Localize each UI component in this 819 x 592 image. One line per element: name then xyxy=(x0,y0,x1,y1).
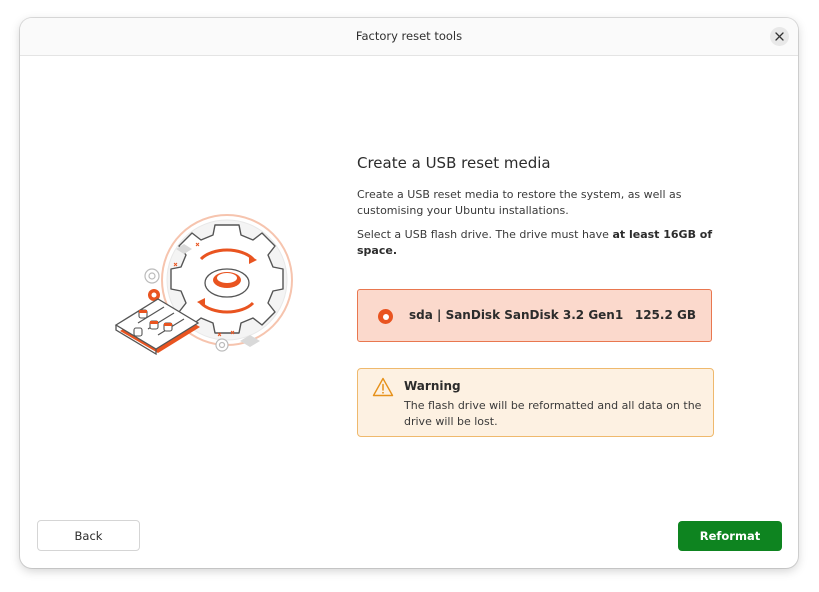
usb-reset-illustration xyxy=(114,214,293,356)
reformat-button[interactable]: Reformat xyxy=(678,521,782,551)
warning-title: Warning xyxy=(404,379,461,393)
drive-size: 125.2 GB xyxy=(634,308,696,322)
description-text: Create a USB reset media to restore the … xyxy=(357,188,682,217)
dialog-window: Factory reset tools Create a USB reset m… xyxy=(20,18,798,568)
close-icon xyxy=(775,32,784,41)
main-content: Create a USB reset media Create a USB re… xyxy=(357,154,715,437)
drive-option-sda[interactable]: sda | SanDisk SanDisk 3.2 Gen1 125.2 GB xyxy=(357,289,712,342)
page-title: Create a USB reset media xyxy=(357,154,551,172)
select-instruction-text: Select a USB flash drive. The drive must… xyxy=(357,228,613,241)
titlebar: Factory reset tools xyxy=(20,18,798,56)
drive-name: sda | SanDisk SanDisk 3.2 Gen1 xyxy=(409,308,624,322)
warning-box: Warning The flash drive will be reformat… xyxy=(357,368,714,437)
back-button[interactable]: Back xyxy=(37,520,140,551)
warning-message: The flash drive will be reformatted and … xyxy=(404,399,702,428)
warning-icon xyxy=(372,377,394,397)
select-instruction: Select a USB flash drive. The drive must… xyxy=(357,227,715,259)
close-button[interactable] xyxy=(770,27,789,46)
drive-radio-button[interactable] xyxy=(378,309,393,324)
window-title: Factory reset tools xyxy=(355,29,463,43)
